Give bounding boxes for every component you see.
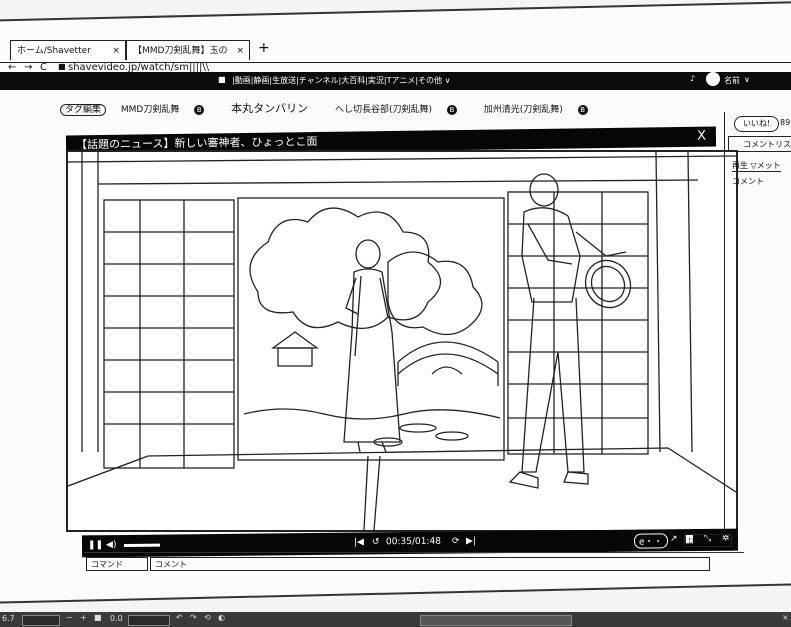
- volume-slider[interactable]: [123, 543, 161, 547]
- new-tab-button[interactable]: +: [258, 40, 270, 56]
- comment-list-tab[interactable]: コメントリスト: [728, 136, 791, 152]
- tag-item[interactable]: 本丸タンバリン: [231, 102, 320, 115]
- avatar-icon[interactable]: [706, 72, 720, 86]
- zoom-readout: 6.7: [2, 614, 15, 623]
- close-icon[interactable]: ×: [112, 41, 120, 61]
- like-button[interactable]: いいね!: [734, 116, 780, 132]
- square-icon[interactable]: ■: [94, 613, 102, 622]
- video-scene: [68, 152, 736, 530]
- close-player-button[interactable]: X: [697, 127, 706, 147]
- tab-label: 【MMD刀剣乱舞】玉の: [133, 46, 228, 56]
- tag-item[interactable]: 加州清光(刀剣乱舞) B: [484, 104, 600, 115]
- time-display: 00:35/01:48: [385, 536, 441, 548]
- tag-row: タグ編集 MMD刀剣乱舞 B 本丸タンバリン へし切長谷部(刀剣乱舞) B 加州…: [60, 100, 588, 116]
- encyclopedia-badge: B: [577, 104, 588, 115]
- prev-icon[interactable]: |◀: [354, 537, 364, 547]
- close-icon[interactable]: ×: [782, 613, 789, 622]
- loop-icon[interactable]: ⟳: [452, 536, 460, 546]
- user-menu-chevron-icon[interactable]: ∨: [744, 75, 750, 84]
- comment-field[interactable]: コメント: [150, 557, 710, 571]
- rotate-slider[interactable]: [128, 615, 170, 626]
- share-icon[interactable]: ↗: [670, 534, 678, 544]
- sidebar-divider: [724, 112, 726, 532]
- comment-column-header: コメント: [732, 177, 764, 186]
- tab-shavetter[interactable]: ホーム/Shavetter ×: [10, 40, 126, 60]
- comment-submit-button[interactable]: ▷コメント: [684, 534, 733, 547]
- tab-bar: ホーム/Shavetter × 【MMD刀剣乱舞】玉の × +: [0, 36, 791, 63]
- sort-dropdown[interactable]: 再生 ▽メット: [732, 160, 781, 172]
- horizontal-scrollbar[interactable]: [420, 615, 572, 626]
- encyclopedia-badge: B: [446, 104, 457, 115]
- volume-icon[interactable]: ◀): [106, 540, 117, 550]
- close-icon[interactable]: ×: [236, 41, 244, 61]
- site-navbar: ■ |動画|静画|生放送|チャンネル|大百科|実況|Tアニメ|その他 ∨ ♪ 名…: [0, 72, 791, 90]
- zoom-in-icon[interactable]: +: [80, 613, 87, 622]
- lock-icon: ■: [58, 62, 66, 71]
- site-logo-icon[interactable]: ■: [218, 75, 226, 84]
- tag-item[interactable]: へし切長谷部(刀剣乱舞) B: [335, 104, 469, 115]
- angle-readout: 0.0: [110, 614, 123, 623]
- zoom-out-icon[interactable]: −: [66, 613, 73, 622]
- tab-video[interactable]: 【MMD刀剣乱舞】玉の ×: [126, 40, 250, 60]
- app-taskbar: 6.7 − + ■ 0.0 ↶ ↷ ⟲ ◐ ×: [0, 612, 791, 627]
- undo-icon[interactable]: ↶: [176, 613, 183, 622]
- zoom-slider[interactable]: [22, 615, 60, 626]
- tag-edit-button[interactable]: タグ編集: [60, 104, 107, 116]
- encyclopedia-badge: B: [194, 104, 205, 115]
- quality-button[interactable]: e・・: [633, 533, 668, 549]
- bell-icon[interactable]: ♪: [690, 74, 695, 83]
- tag-item[interactable]: MMD刀剣乱舞 B: [121, 104, 216, 115]
- command-field[interactable]: コマンド: [86, 557, 148, 571]
- like-count: 891: [780, 118, 791, 127]
- comment-input-row: コマンド コメント: [84, 552, 744, 575]
- video-title: 【話題のニュース】新しい審神者、ひょっとこ面: [75, 135, 318, 152]
- video-frame[interactable]: [66, 150, 738, 532]
- play-icon[interactable]: ❚❚: [88, 540, 103, 550]
- site-menu[interactable]: |動画|静画|生放送|チャンネル|大百科|実況|Tアニメ|その他 ∨: [232, 75, 450, 86]
- flip-icon[interactable]: ◐: [218, 613, 225, 622]
- tab-label: ホーム/Shavetter: [17, 46, 91, 56]
- comment-sidebar: いいね! 891 コメントリスト 再生 ▽メット コメント ▷コメント: [684, 112, 791, 547]
- redo-icon[interactable]: ↷: [190, 613, 197, 622]
- reset-icon[interactable]: ⟲: [204, 613, 211, 622]
- replay-icon[interactable]: ↺: [372, 537, 380, 547]
- next-icon[interactable]: ▶|: [466, 536, 476, 546]
- user-name[interactable]: 名前: [724, 75, 740, 86]
